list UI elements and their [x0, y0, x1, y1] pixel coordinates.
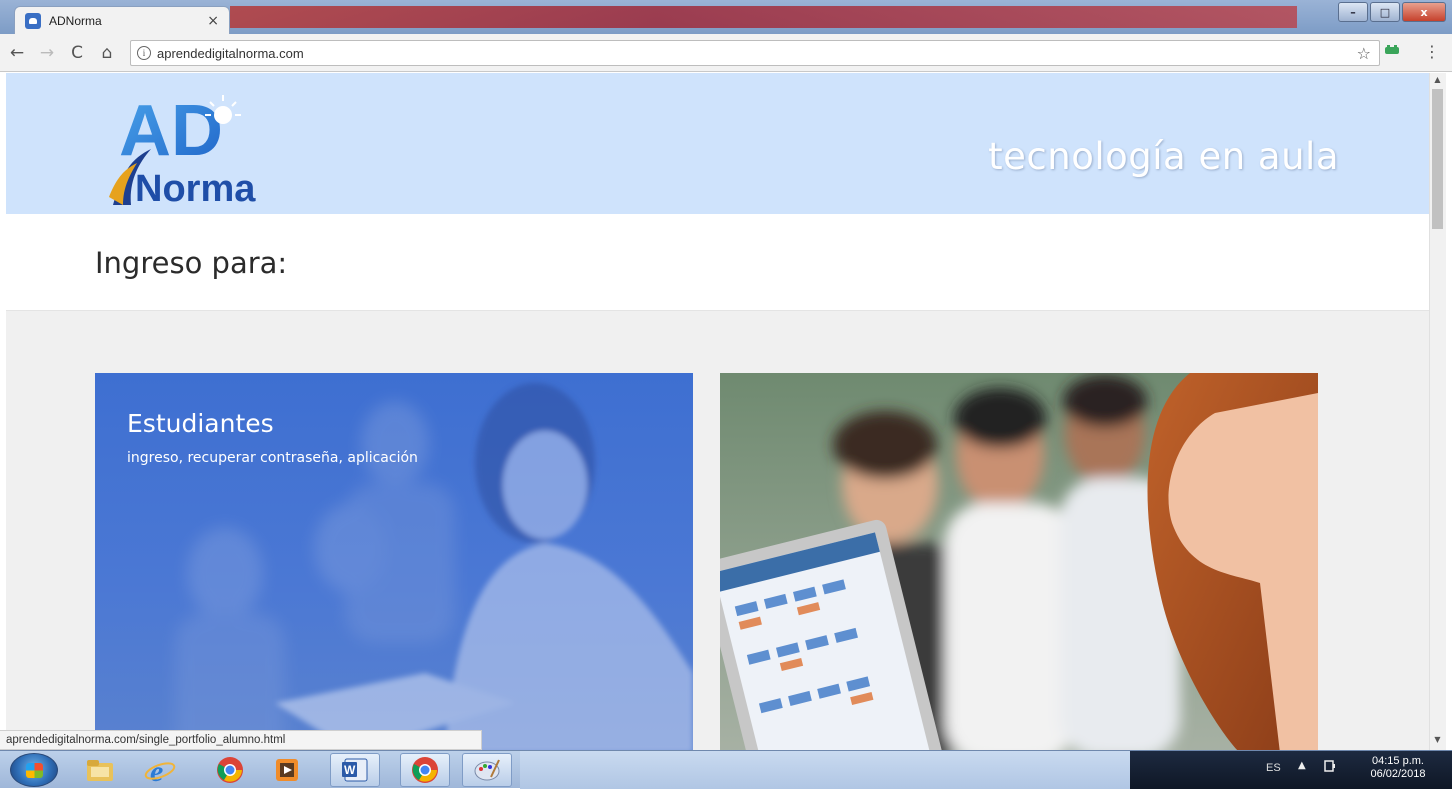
browser-toolbar: ← → C ⌂ i aprendedigitalnorma.com ☆: [0, 34, 1452, 72]
language-indicator[interactable]: ES: [1266, 762, 1281, 774]
chrome-taskbar-active-icon[interactable]: [400, 753, 450, 787]
explorer-icon[interactable]: [75, 753, 125, 787]
close-window-button[interactable]: x: [1402, 2, 1446, 22]
page-viewport: AD Norma tecnología en aula Ingreso para…: [6, 73, 1429, 750]
forward-icon[interactable]: →: [34, 43, 60, 63]
extension-icon[interactable]: [1384, 44, 1400, 60]
media-icon[interactable]: [262, 753, 312, 787]
clock-time: 04:15 p.m.: [1372, 755, 1424, 767]
card-title: Estudiantes: [127, 409, 274, 438]
url-text[interactable]: aprendedigitalnorma.com: [157, 46, 304, 61]
card-subtitle: ingreso, recuperar contraseña, aplicació…: [127, 450, 418, 466]
minimize-button[interactable]: –: [1338, 2, 1368, 22]
site-header: AD Norma tecnología en aula: [6, 73, 1429, 214]
paint-icon[interactable]: [462, 753, 512, 787]
ie-icon[interactable]: e: [135, 753, 185, 787]
reload-icon[interactable]: C: [64, 43, 90, 63]
clock-date: 06/02/2018: [1370, 768, 1426, 780]
svg-text:Norma: Norma: [135, 168, 256, 209]
scroll-down-icon[interactable]: ▼: [1429, 733, 1446, 747]
svg-text:AD: AD: [119, 91, 223, 171]
windows-taskbar: e W: [0, 750, 1452, 789]
home-icon[interactable]: ⌂: [94, 43, 120, 63]
window-controls: – □ x: [1338, 2, 1446, 22]
ingreso-title: Ingreso para:: [95, 246, 288, 280]
chrome-icon[interactable]: [205, 753, 255, 787]
site-tagline: tecnología en aula: [988, 135, 1339, 178]
maximize-button[interactable]: □: [1370, 2, 1400, 22]
taskbar-clock[interactable]: 04:15 p.m. 06/02/2018: [1352, 755, 1444, 781]
windows-start-icon[interactable]: [10, 753, 58, 787]
menu-icon[interactable]: ⋮: [1424, 42, 1440, 61]
card-estudiantes[interactable]: Estudiantes ingreso, recuperar contraseñ…: [95, 373, 693, 750]
favicon-icon: [25, 12, 41, 29]
svg-text:e: e: [150, 755, 163, 785]
tab-title: ADNorma: [49, 13, 102, 28]
address-bar[interactable]: i aprendedigitalnorma.com ☆: [130, 40, 1380, 66]
scroll-up-icon[interactable]: ▲: [1429, 73, 1446, 87]
network-icon[interactable]: [1324, 759, 1336, 776]
info-icon[interactable]: i: [137, 46, 151, 60]
status-url-bubble: aprendedigitalnorma.com/single_portfolio…: [0, 730, 482, 750]
ingreso-section: Ingreso para:: [6, 214, 1429, 311]
word-icon[interactable]: W: [330, 753, 380, 787]
browser-tab[interactable]: ADNorma ×: [14, 6, 230, 34]
teachers-photo: [720, 373, 1318, 750]
tab-close-icon[interactable]: ×: [207, 13, 219, 29]
taskbar-empty-area: [520, 751, 1130, 789]
back-icon[interactable]: ←: [4, 43, 30, 63]
card-docentes[interactable]: [720, 373, 1318, 750]
adnorma-logo[interactable]: AD Norma: [101, 87, 271, 209]
star-icon[interactable]: ☆: [1357, 44, 1371, 63]
tray-arrow-icon[interactable]: ▲: [1298, 760, 1306, 771]
svg-text:W: W: [344, 763, 356, 777]
scroll-thumb[interactable]: [1432, 89, 1443, 229]
